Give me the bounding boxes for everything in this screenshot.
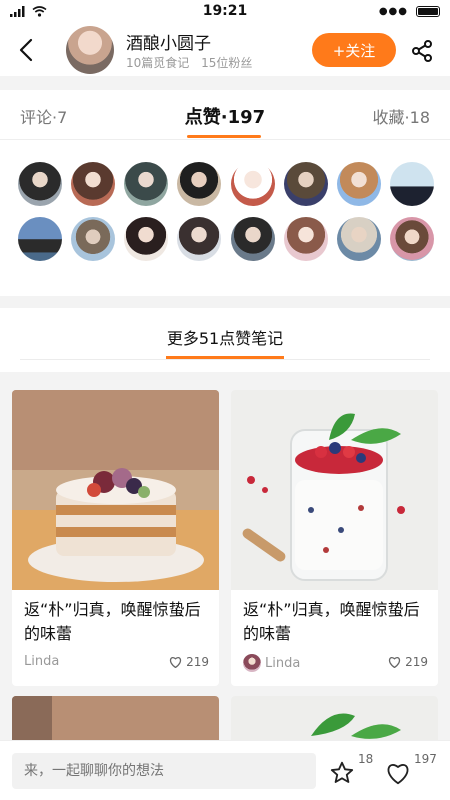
card-title: 返“朴”归真，唤醒惊蛰后的味蕾 <box>243 600 420 643</box>
favorite-button[interactable] <box>328 759 356 787</box>
bottom-bar: 18 197 <box>0 740 450 800</box>
star-icon <box>330 761 354 783</box>
author-name: Linda <box>24 654 60 669</box>
author-avatar <box>243 654 261 672</box>
user-avatar[interactable] <box>66 26 114 74</box>
heart-icon <box>387 764 409 785</box>
like-button[interactable] <box>384 759 412 787</box>
like-count: 219 <box>186 655 209 669</box>
favorite-count: 18 <box>358 752 374 766</box>
more-notes-header: 更多51点赞笔记 <box>0 308 450 372</box>
tab-section: 评论·7 点赞·197 收藏·18 <box>0 90 450 296</box>
liker-avatar[interactable] <box>124 162 169 206</box>
liker-avatar[interactable] <box>283 162 328 206</box>
share-button[interactable] <box>408 37 436 65</box>
user-name[interactable]: 酒酿小圆子 <box>126 29 211 54</box>
note-card[interactable]: 返“朴”归真，唤醒惊蛰后的味蕾 Linda 219 <box>231 390 438 686</box>
liker-avatar[interactable] <box>71 162 116 206</box>
yogurt-parfait-image <box>231 390 438 590</box>
battery-icon <box>416 6 440 17</box>
liker-avatar[interactable] <box>177 217 222 261</box>
header: 酒酿小圆子 10篇觅食记 15位粉丝 +关注 <box>0 24 450 76</box>
note-card[interactable]: 返“朴”归真，唤醒惊蛰后的味蕾 Linda 219 <box>12 390 219 686</box>
status-bar: 19:21 ●●● <box>0 0 450 24</box>
follow-button[interactable]: +关注 <box>312 33 396 67</box>
liker-avatar[interactable] <box>389 162 434 206</box>
liker-avatar[interactable] <box>230 217 275 261</box>
notes-count: 10篇觅食记 <box>126 56 190 70</box>
liker-avatar[interactable] <box>336 217 381 261</box>
active-tab-indicator <box>187 135 261 138</box>
liker-avatar[interactable] <box>389 217 434 261</box>
back-arrow-icon <box>19 38 33 62</box>
liker-avatar[interactable] <box>124 217 169 261</box>
liker-avatar[interactable] <box>71 217 116 261</box>
user-stats: 10篇觅食记 15位粉丝 <box>126 54 252 71</box>
liker-avatar[interactable] <box>18 162 62 206</box>
liker-avatar[interactable] <box>283 217 328 261</box>
tab-comment[interactable]: 评论·7 <box>20 104 67 128</box>
more-notes-title[interactable]: 更多51点赞笔记 <box>0 325 450 349</box>
heart-icon <box>169 657 182 668</box>
like-count: 219 <box>405 655 428 669</box>
liker-avatar[interactable] <box>177 162 222 206</box>
card-like-button[interactable]: 219 <box>169 655 209 669</box>
more-notes-divider <box>20 359 430 360</box>
liker-avatar[interactable] <box>18 217 62 261</box>
comment-input[interactable] <box>12 753 316 789</box>
tab-favorite[interactable]: 收藏·18 <box>373 104 430 128</box>
like-count: 197 <box>414 752 437 766</box>
liker-avatar[interactable] <box>336 162 381 206</box>
liker-grid <box>18 162 434 272</box>
liker-row <box>18 217 434 261</box>
tab-divider <box>0 139 450 140</box>
tab-like[interactable]: 点赞·197 <box>185 107 265 128</box>
more-dots-icon: ●●● <box>378 6 408 17</box>
heart-icon <box>388 657 401 668</box>
share-icon <box>412 40 432 62</box>
liker-row <box>18 162 434 206</box>
card-author[interactable]: Linda <box>24 654 59 669</box>
back-button[interactable] <box>12 36 40 64</box>
author-name: Linda <box>265 655 301 671</box>
card-like-button[interactable]: 219 <box>388 655 428 669</box>
card-author[interactable]: Linda <box>243 654 300 672</box>
fans-count: 15位粉丝 <box>201 56 253 70</box>
liker-avatar[interactable] <box>230 162 275 206</box>
cake-image <box>12 390 219 590</box>
card-title: 返“朴”归真，唤醒惊蛰后的味蕾 <box>24 600 201 643</box>
status-right: ●●● <box>379 6 440 17</box>
